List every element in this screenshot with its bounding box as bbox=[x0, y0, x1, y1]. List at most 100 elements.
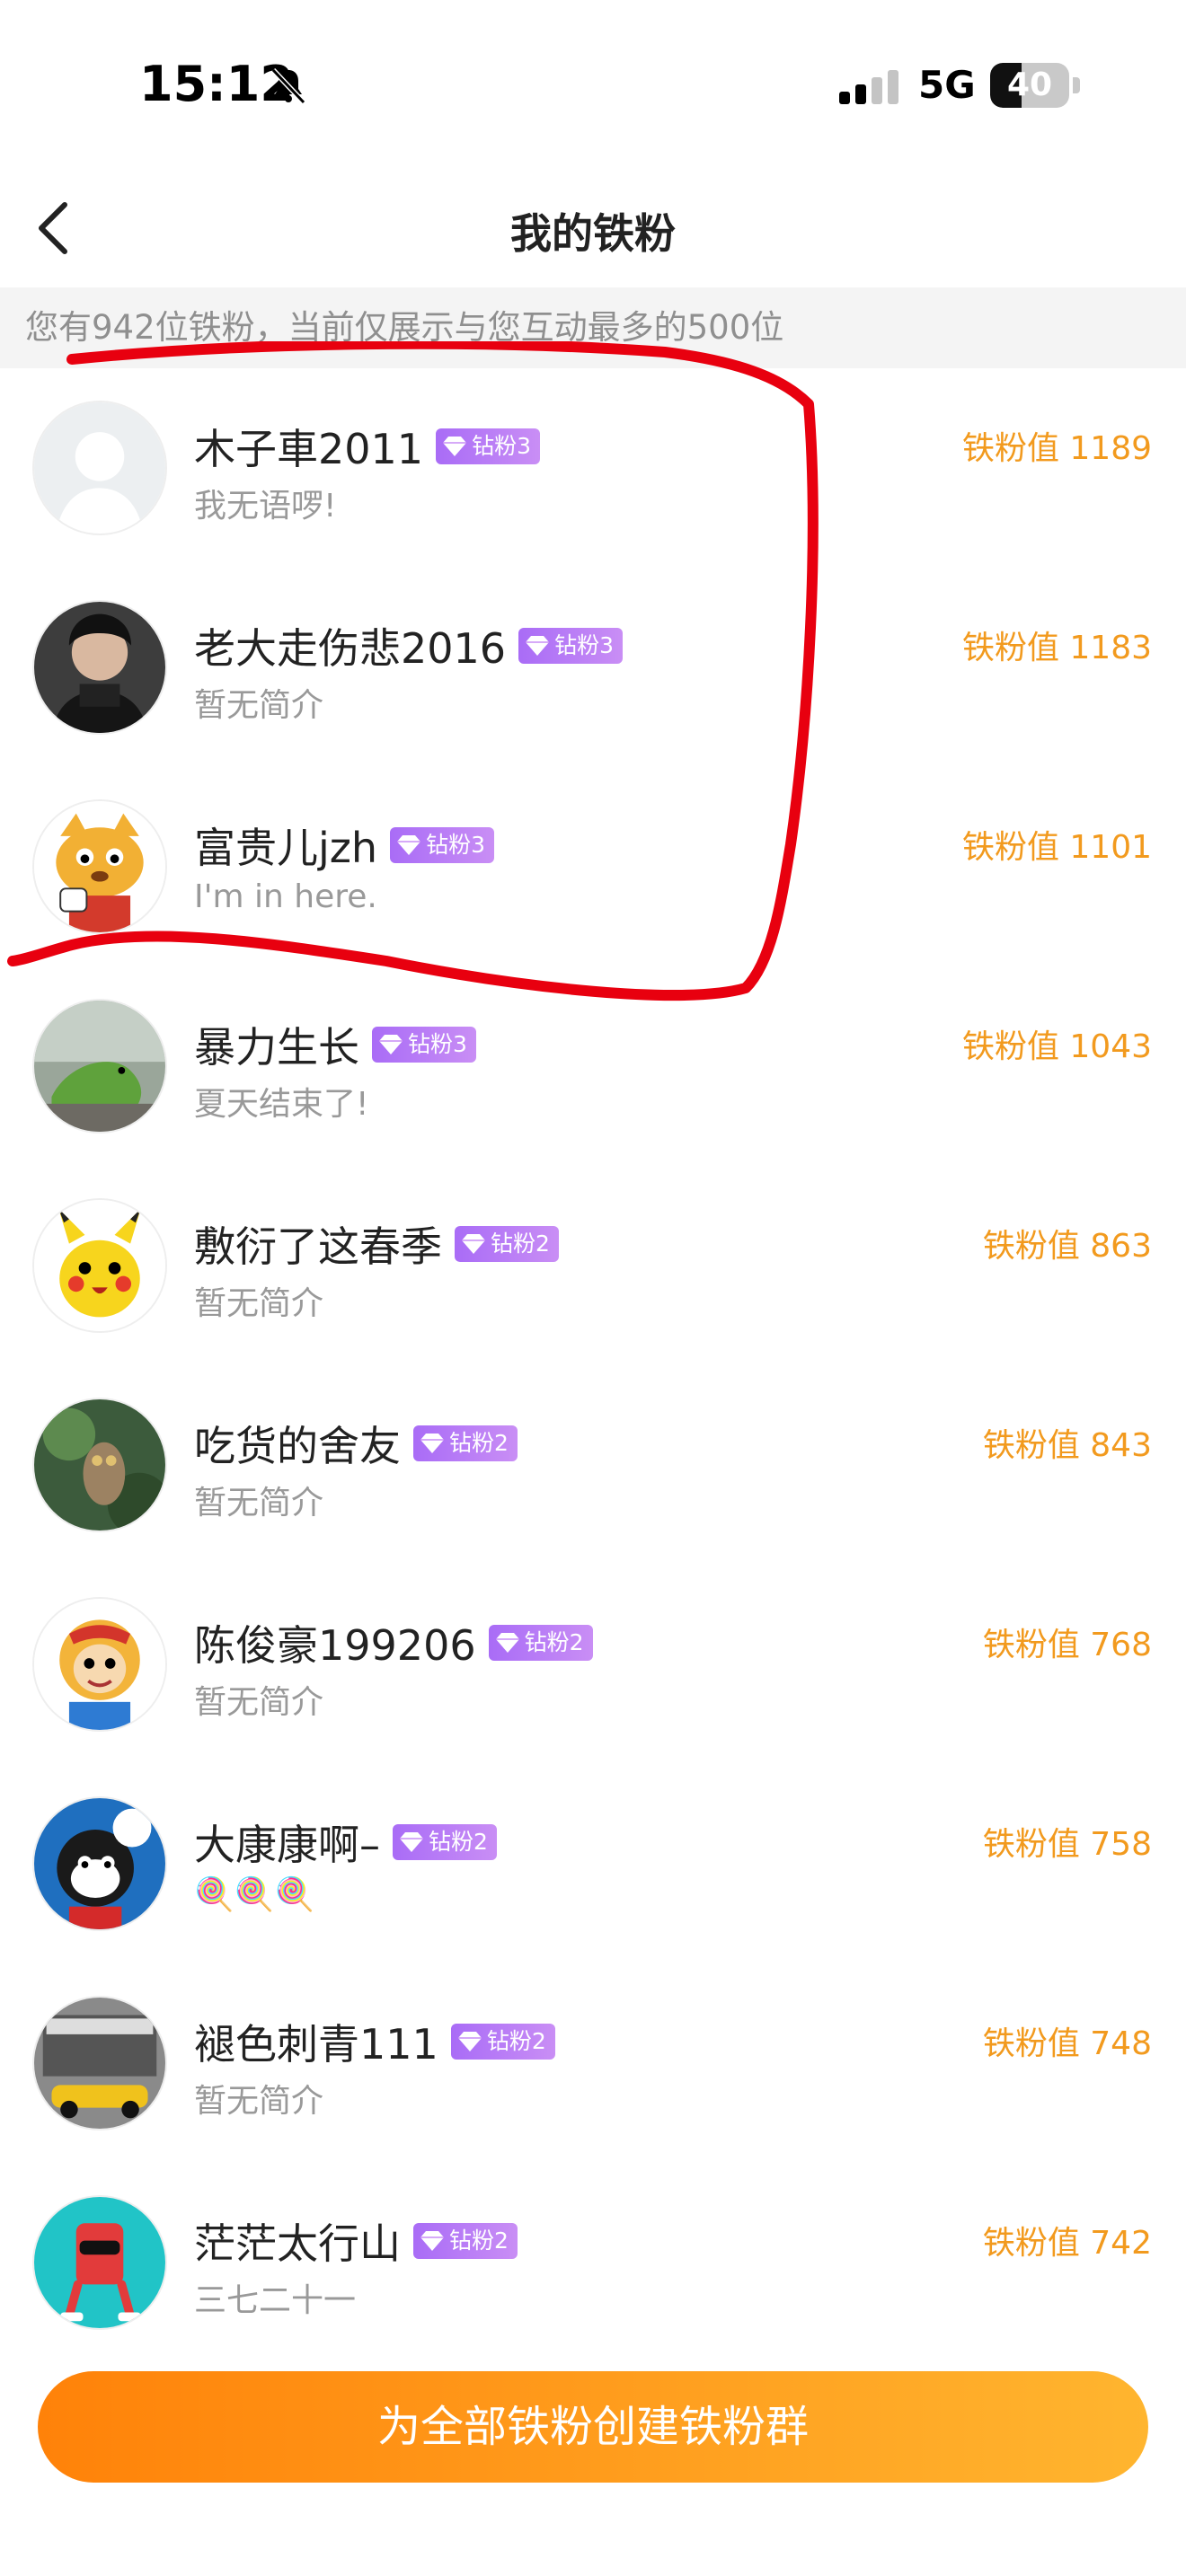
fan-name: 褪色刺青111 bbox=[194, 2020, 438, 2069]
fan-score: 铁粉值 768 bbox=[982, 1627, 1152, 1663]
fan-score: 铁粉值 742 bbox=[982, 2225, 1152, 2262]
fan-name-row: 富贵儿jzh 钻粉3 bbox=[194, 816, 494, 875]
fan-name: 吃货的舍友 bbox=[194, 1422, 401, 1470]
fan-bio: 暂无简介 bbox=[194, 1285, 324, 1322]
fan-level-label: 钻粉2 bbox=[429, 1829, 488, 1855]
fan-level-label: 钻粉3 bbox=[408, 1031, 467, 1057]
fan-name-row: 陈俊豪199206 钻粉2 bbox=[194, 1613, 593, 1672]
bell-muted-icon bbox=[270, 67, 306, 105]
diamond-icon bbox=[420, 2231, 444, 2251]
avatar[interactable] bbox=[32, 401, 167, 535]
fan-name: 老大走伤悲2016 bbox=[194, 624, 507, 673]
fan-level-label: 钻粉2 bbox=[449, 1430, 509, 1456]
fan-level-badge: 钻粉2 bbox=[450, 2024, 555, 2060]
robot-avatar bbox=[34, 2197, 165, 2328]
fan-list-item[interactable]: 大康康啊– 钻粉2 🍭🍭🍭 铁粉值 758 bbox=[0, 1764, 1186, 1963]
fan-bio: 暂无简介 bbox=[194, 2083, 324, 2120]
pikachu-avatar bbox=[34, 1200, 165, 1331]
fan-score: 铁粉值 1189 bbox=[961, 430, 1152, 467]
dinosaur-avatar bbox=[34, 1001, 165, 1132]
fan-score: 铁粉值 1043 bbox=[961, 1028, 1152, 1065]
fan-level-badge: 钻粉2 bbox=[413, 2223, 518, 2259]
fan-list-item[interactable]: 敷衍了这春季 钻粉2 暂无简介 铁粉值 863 bbox=[0, 1166, 1186, 1365]
fan-list-item[interactable]: 陈俊豪199206 钻粉2 暂无简介 铁粉值 768 bbox=[0, 1565, 1186, 1764]
fan-list-item[interactable]: 木子車2011 钻粉3 我无语啰! 铁粉值 1189 bbox=[0, 368, 1186, 568]
fan-bio: 三七二十一 bbox=[194, 2282, 357, 2319]
fan-name-row: 暴力生长 钻粉3 bbox=[194, 1015, 476, 1074]
fan-name-row: 茫茫太行山 钻粉2 bbox=[194, 2211, 518, 2271]
bottom-bar: 为全部铁粉创建铁粉群 bbox=[0, 2342, 1186, 2576]
fan-level-label: 钻粉3 bbox=[472, 433, 531, 459]
fan-level-badge: 钻粉2 bbox=[393, 1824, 497, 1860]
diamond-icon bbox=[397, 835, 421, 855]
fan-name-row: 褪色刺青111 钻粉2 bbox=[194, 2012, 555, 2071]
fan-name-row: 吃货的舍友 钻粉2 bbox=[194, 1414, 518, 1473]
fan-score: 铁粉值 843 bbox=[982, 1427, 1152, 1464]
fan-bio: 我无语啰! bbox=[194, 488, 337, 525]
fan-level-badge: 钻粉3 bbox=[436, 428, 540, 464]
diamond-icon bbox=[420, 1434, 444, 1453]
cartoon-cat-blue-avatar bbox=[34, 1798, 165, 1929]
fan-list-item[interactable]: 褪色刺青111 钻粉2 暂无简介 铁粉值 748 bbox=[0, 1963, 1186, 2163]
avatar[interactable] bbox=[32, 1796, 167, 1931]
fan-score: 铁粉值 748 bbox=[982, 2025, 1152, 2062]
status-bar: 15:12 5G 40 bbox=[0, 0, 1186, 171]
fan-list-item[interactable]: 茫茫太行山 钻粉2 三七二十一 铁粉值 742 bbox=[0, 2163, 1186, 2362]
avatar[interactable] bbox=[32, 600, 167, 735]
fan-level-badge: 钻粉2 bbox=[413, 1425, 518, 1461]
fan-level-badge: 钻粉3 bbox=[518, 628, 623, 664]
fan-level-label: 钻粉3 bbox=[554, 632, 614, 658]
page-title: 我的铁粉 bbox=[510, 209, 676, 258]
avatar[interactable] bbox=[32, 2195, 167, 2330]
owl-avatar bbox=[34, 1399, 165, 1531]
avatar[interactable] bbox=[32, 1597, 167, 1732]
avatar[interactable] bbox=[32, 1198, 167, 1333]
fan-name: 敷衍了这春季 bbox=[194, 1222, 442, 1271]
fan-name: 茫茫太行山 bbox=[194, 2219, 401, 2268]
avatar[interactable] bbox=[32, 799, 167, 934]
fan-name: 大康康啊– bbox=[194, 1821, 380, 1869]
fan-list-item[interactable]: 老大走伤悲2016 钻粉3 暂无简介 铁粉值 1183 bbox=[0, 568, 1186, 767]
fan-level-badge: 钻粉3 bbox=[372, 1027, 476, 1063]
diamond-icon bbox=[526, 636, 550, 656]
fan-name-row: 老大走伤悲2016 钻粉3 bbox=[194, 616, 623, 675]
diamond-icon bbox=[400, 1832, 423, 1852]
fan-bio: 夏天结束了! bbox=[194, 1086, 369, 1123]
fan-bio: 暂无简介 bbox=[194, 687, 324, 724]
fan-bio: 暂无简介 bbox=[194, 1485, 324, 1522]
fan-score: 铁粉值 1183 bbox=[961, 630, 1152, 666]
fan-level-label: 钻粉2 bbox=[524, 1629, 584, 1655]
fan-name-row: 木子車2011 钻粉3 bbox=[194, 417, 540, 476]
fan-bio: I'm in here. bbox=[194, 878, 377, 915]
diamond-icon bbox=[457, 2032, 482, 2051]
fan-list-item[interactable]: 吃货的舍友 钻粉2 暂无简介 铁粉值 843 bbox=[0, 1365, 1186, 1565]
fan-list-item[interactable]: 暴力生长 钻粉3 夏天结束了! 铁粉值 1043 bbox=[0, 966, 1186, 1166]
fan-level-label: 钻粉2 bbox=[449, 2228, 509, 2254]
fan-level-badge: 钻粉2 bbox=[455, 1226, 559, 1262]
fan-score: 铁粉值 1101 bbox=[961, 829, 1152, 866]
fan-list-item[interactable]: 富贵儿jzh 钻粉3 I'm in here. 铁粉值 1101 bbox=[0, 767, 1186, 966]
fan-name: 陈俊豪199206 bbox=[194, 1621, 476, 1670]
cartoon-cat-avatar bbox=[34, 801, 165, 932]
car-photo-avatar bbox=[34, 1998, 165, 2129]
diamond-icon bbox=[379, 1035, 403, 1054]
monkey-king-avatar bbox=[34, 1599, 165, 1730]
create-fan-group-button[interactable]: 为全部铁粉创建铁粉群 bbox=[38, 2371, 1148, 2483]
avatar[interactable] bbox=[32, 1996, 167, 2130]
fan-level-label: 钻粉2 bbox=[486, 2028, 546, 2054]
battery-level: 40 bbox=[1006, 66, 1053, 103]
avatar[interactable] bbox=[32, 1398, 167, 1532]
fan-score: 铁粉值 758 bbox=[982, 1826, 1152, 1863]
fan-name: 木子車2011 bbox=[194, 425, 424, 473]
battery-icon: 40 bbox=[990, 63, 1080, 110]
fan-list: 木子車2011 钻粉3 我无语啰! 铁粉值 1189 老大走伤悲2016 钻粉3 暂无简介铁… bbox=[0, 368, 1186, 2362]
nav-header: 我的铁粉 bbox=[0, 171, 1186, 287]
diamond-icon bbox=[495, 1633, 519, 1653]
diamond-icon bbox=[443, 437, 467, 456]
fan-level-label: 钻粉2 bbox=[491, 1231, 550, 1257]
fan-name-row: 大康康啊– 钻粉2 bbox=[194, 1813, 497, 1872]
notice-text: 您有942位铁粉，当前仅展示与您互动最多的500位 bbox=[0, 287, 1186, 368]
avatar[interactable] bbox=[32, 999, 167, 1134]
fan-name: 暴力生长 bbox=[194, 1023, 359, 1072]
signal-icon bbox=[839, 70, 898, 104]
